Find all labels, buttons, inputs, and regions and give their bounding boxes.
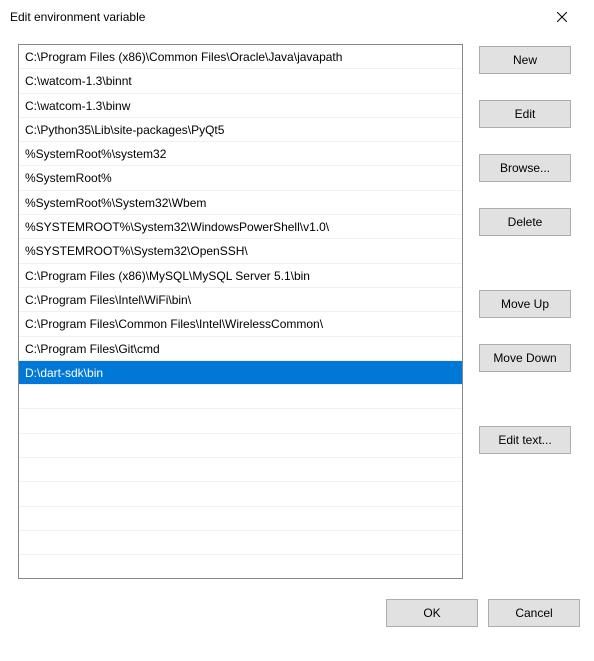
new-button[interactable]: New — [479, 46, 571, 74]
window-title: Edit environment variable — [10, 10, 145, 24]
list-item[interactable]: C:\Program Files (x86)\MySQL\MySQL Serve… — [19, 264, 462, 288]
path-listbox[interactable]: C:\Program Files (x86)\Common Files\Orac… — [18, 44, 463, 579]
ok-button[interactable]: OK — [386, 599, 478, 627]
move-down-button[interactable]: Move Down — [479, 344, 571, 372]
list-empty-row[interactable] — [19, 482, 462, 506]
list-empty-row[interactable] — [19, 409, 462, 433]
list-empty-row[interactable] — [19, 531, 462, 555]
list-item[interactable]: D:\dart-sdk\bin — [19, 361, 462, 385]
list-item[interactable]: %SystemRoot%\system32 — [19, 142, 462, 166]
list-item[interactable]: C:\Program Files\Common Files\Intel\Wire… — [19, 312, 462, 336]
titlebar: Edit environment variable — [0, 0, 594, 34]
list-empty-row[interactable] — [19, 458, 462, 482]
list-item[interactable]: %SystemRoot%\System32\Wbem — [19, 191, 462, 215]
edit-button[interactable]: Edit — [479, 100, 571, 128]
close-icon — [557, 12, 567, 22]
cancel-button[interactable]: Cancel — [488, 599, 580, 627]
move-up-button[interactable]: Move Up — [479, 290, 571, 318]
list-item[interactable]: C:\Program Files (x86)\Common Files\Orac… — [19, 45, 462, 69]
list-item[interactable]: %SYSTEMROOT%\System32\WindowsPowerShell\… — [19, 215, 462, 239]
browse-button[interactable]: Browse... — [479, 154, 571, 182]
list-item[interactable]: %SystemRoot% — [19, 166, 462, 190]
side-buttons: New Edit Browse... Delete Move Up Move D… — [479, 44, 571, 579]
edit-text-button[interactable]: Edit text... — [479, 426, 571, 454]
dialog-content: C:\Program Files (x86)\Common Files\Orac… — [0, 34, 594, 639]
main-row: C:\Program Files (x86)\Common Files\Orac… — [18, 44, 582, 579]
list-item[interactable]: C:\watcom-1.3\binnt — [19, 69, 462, 93]
list-empty-row[interactable] — [19, 385, 462, 409]
list-item[interactable]: C:\Python35\Lib\site-packages\PyQt5 — [19, 118, 462, 142]
list-empty-row[interactable] — [19, 555, 462, 579]
delete-button[interactable]: Delete — [479, 208, 571, 236]
list-empty-row[interactable] — [19, 507, 462, 531]
close-button[interactable] — [542, 3, 582, 31]
list-item[interactable]: C:\Program Files\Intel\WiFi\bin\ — [19, 288, 462, 312]
list-empty-row[interactable] — [19, 434, 462, 458]
bottom-buttons: OK Cancel — [18, 599, 582, 627]
list-item[interactable]: C:\Program Files\Git\cmd — [19, 337, 462, 361]
list-item[interactable]: C:\watcom-1.3\binw — [19, 94, 462, 118]
list-item[interactable]: %SYSTEMROOT%\System32\OpenSSH\ — [19, 239, 462, 263]
